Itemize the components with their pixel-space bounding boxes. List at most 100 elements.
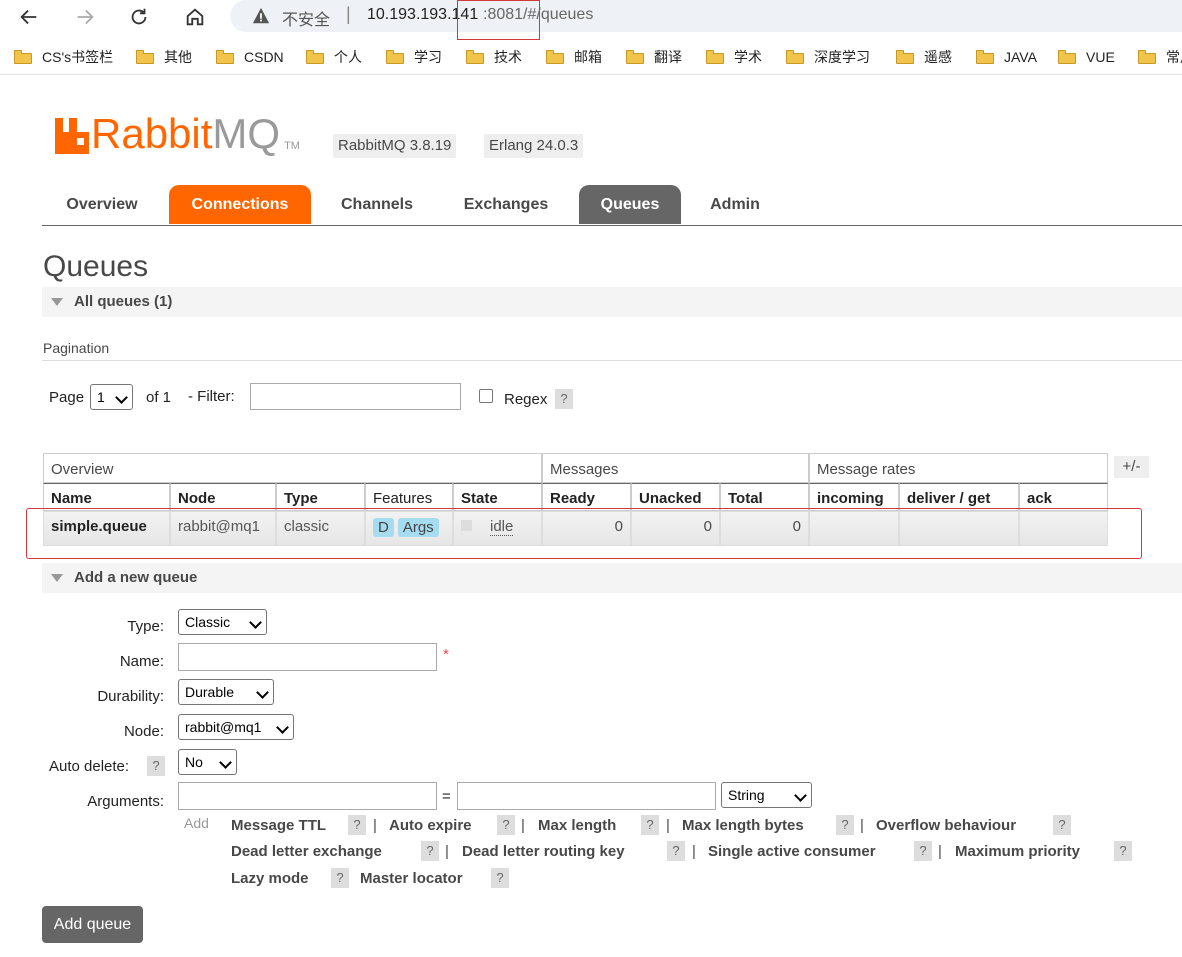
- node-label: Node:: [123, 723, 164, 740]
- address-bar[interactable]: 不安全 | 10.193.193.141 :8081/#/queues: [230, 0, 1182, 32]
- table-group-overview: Overview: [43, 453, 542, 483]
- insecure-label: 不安全: [282, 12, 331, 29]
- helper-separator: |: [373, 817, 377, 834]
- folder-icon: [786, 50, 804, 64]
- helper-single-active-consumer[interactable]: Single active consumer: [708, 843, 876, 860]
- help-icon[interactable]: ?: [667, 841, 685, 861]
- filter-input[interactable]: [250, 383, 461, 410]
- table-group-message-rates: Message rates: [809, 453, 1108, 483]
- help-icon[interactable]: ?: [348, 815, 366, 835]
- tab-exchanges[interactable]: Exchanges: [446, 185, 566, 224]
- home-icon[interactable]: [180, 3, 210, 31]
- arguments-label: Arguments:: [87, 793, 164, 810]
- forward-arrow-icon[interactable]: [70, 3, 100, 31]
- all-queues-section-toggle[interactable]: All queues (1): [42, 287, 1182, 317]
- auto-delete-select[interactable]: No: [178, 749, 237, 775]
- bookmark-folder[interactable]: JAVA: [976, 47, 1037, 67]
- column-header-total[interactable]: Total: [720, 483, 809, 511]
- helper-dead-letter-exchange[interactable]: Dead letter exchange: [231, 843, 382, 860]
- tab-queues[interactable]: Queues: [579, 185, 681, 224]
- regex-help-icon[interactable]: ?: [555, 389, 573, 409]
- column-header-ready[interactable]: Ready: [542, 483, 631, 511]
- bookmark-folder[interactable]: VUE: [1058, 47, 1115, 67]
- chevron-down-icon: [794, 789, 807, 802]
- column-header-ack[interactable]: ack: [1019, 483, 1108, 511]
- collapse-triangle-icon: [51, 574, 63, 582]
- helper-message-ttl[interactable]: Message TTL: [231, 817, 326, 834]
- folder-icon: [976, 50, 994, 64]
- durability-select[interactable]: Durable: [178, 679, 274, 705]
- warning-icon[interactable]: [252, 7, 270, 25]
- argument-value-input[interactable]: [457, 782, 716, 810]
- tab-admin[interactable]: Admin: [692, 185, 778, 224]
- bookmark-folder[interactable]: 常用: [1138, 47, 1182, 67]
- bookmark-folder[interactable]: 邮箱: [546, 47, 602, 67]
- help-icon[interactable]: ?: [914, 841, 932, 861]
- helper-max-length-bytes[interactable]: Max length bytes: [682, 817, 804, 834]
- tab-overview[interactable]: Overview: [42, 185, 162, 224]
- helper-dead-letter-routing-key[interactable]: Dead letter routing key: [462, 843, 625, 860]
- help-icon[interactable]: ?: [497, 815, 515, 835]
- bookmark-folder[interactable]: 深度学习: [786, 47, 870, 67]
- column-header-state[interactable]: State: [453, 483, 542, 511]
- column-header-incoming[interactable]: incoming: [809, 483, 899, 511]
- column-header-unacked[interactable]: Unacked: [631, 483, 720, 511]
- bookmark-folder[interactable]: 个人: [306, 47, 362, 67]
- helper-lazy-mode[interactable]: Lazy mode: [231, 870, 309, 887]
- column-header-node[interactable]: Node: [170, 483, 276, 511]
- add-queue-section-toggle[interactable]: Add a new queue: [42, 563, 1182, 593]
- argument-equals-sign: =: [442, 788, 451, 805]
- bookmark-folder[interactable]: CSDN: [216, 47, 284, 67]
- column-header-features: Features: [365, 483, 453, 511]
- rabbitmq-logo[interactable]: RabbitMQ TM: [55, 110, 300, 157]
- helper-auto-expire[interactable]: Auto expire: [389, 817, 472, 834]
- argument-type-select[interactable]: String: [721, 782, 812, 808]
- column-header-deliver-get[interactable]: deliver / get: [899, 483, 1019, 511]
- add-argument-label: Add: [184, 815, 209, 831]
- column-toggle-button[interactable]: +/-: [1114, 456, 1149, 478]
- auto-delete-help-icon[interactable]: ?: [147, 756, 165, 776]
- node-select[interactable]: rabbit@mq1: [178, 714, 294, 740]
- queue-name-input[interactable]: [178, 643, 437, 671]
- folder-icon: [306, 50, 324, 64]
- bookmark-folder[interactable]: CS's书签栏: [14, 47, 113, 67]
- help-icon[interactable]: ?: [331, 868, 349, 888]
- help-icon[interactable]: ?: [641, 815, 659, 835]
- bookmark-folder[interactable]: 其他: [136, 47, 192, 67]
- logo-text-mq: MQ: [212, 110, 281, 157]
- help-icon[interactable]: ?: [1114, 841, 1132, 861]
- page-select[interactable]: 1: [90, 384, 133, 410]
- required-marker: *: [443, 646, 449, 663]
- column-header-name[interactable]: Name: [43, 483, 170, 511]
- helper-maximum-priority[interactable]: Maximum priority: [955, 843, 1080, 860]
- bookmark-folder[interactable]: 学术: [706, 47, 762, 67]
- folder-icon: [1138, 50, 1156, 64]
- helper-max-length[interactable]: Max length: [538, 817, 616, 834]
- type-select[interactable]: Classic: [178, 609, 267, 635]
- regex-checkbox[interactable]: [479, 389, 493, 403]
- help-icon[interactable]: ?: [421, 841, 439, 861]
- bookmark-folder[interactable]: 技术: [466, 47, 522, 67]
- bookmark-folder[interactable]: 翻译: [626, 47, 682, 67]
- add-queue-button[interactable]: Add queue: [42, 906, 143, 943]
- folder-icon: [546, 50, 564, 64]
- auto-delete-label: Auto delete:: [49, 758, 130, 775]
- help-icon[interactable]: ?: [1053, 815, 1071, 835]
- help-icon[interactable]: ?: [836, 815, 854, 835]
- bookmark-folder[interactable]: 遥感: [896, 47, 952, 67]
- bookmark-folder[interactable]: 学习: [386, 47, 442, 67]
- tab-channels[interactable]: Channels: [322, 185, 432, 224]
- help-icon[interactable]: ?: [491, 868, 509, 888]
- helper-master-locator[interactable]: Master locator: [360, 870, 463, 887]
- reload-icon[interactable]: [124, 3, 154, 31]
- rabbitmq-version-badge: RabbitMQ 3.8.19: [333, 134, 457, 158]
- chevron-down-icon: [276, 721, 289, 734]
- port-highlight-annotation: [457, 0, 540, 40]
- back-arrow-icon[interactable]: [14, 3, 44, 31]
- tab-connections[interactable]: Connections: [169, 185, 311, 224]
- page-label: Page: [49, 389, 85, 406]
- folder-icon: [386, 50, 404, 64]
- column-header-type[interactable]: Type: [276, 483, 365, 511]
- helper-overflow-behaviour[interactable]: Overflow behaviour: [876, 817, 1016, 834]
- argument-key-input[interactable]: [178, 782, 437, 810]
